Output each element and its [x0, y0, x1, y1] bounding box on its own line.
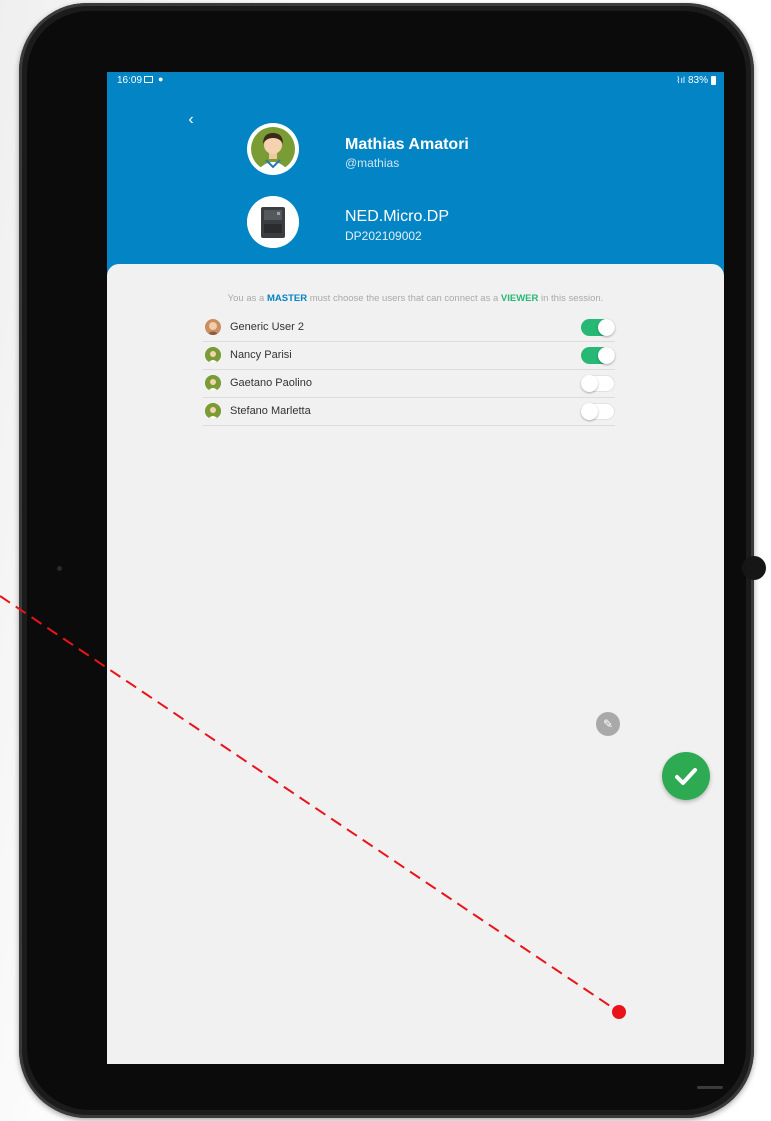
status-right: ⌇ıl 83% [676, 75, 716, 86]
check-icon [675, 768, 697, 785]
instructions-text: You as a MASTER must choose the users th… [107, 293, 724, 304]
status-bar: 16:09 ● ⌇ıl 83% [107, 72, 724, 88]
doctor-avatar-icon [251, 127, 295, 171]
user-row-name: Generic User 2 [230, 321, 304, 333]
user-row: Nancy Parisi [203, 342, 615, 370]
device-avatar [247, 196, 299, 248]
viewer-toggle[interactable] [581, 403, 615, 420]
device-serial: DP202109002 [345, 229, 422, 243]
viewer-toggle[interactable] [581, 375, 615, 392]
battery-level: 83% [687, 75, 708, 86]
viewer-toggle[interactable] [581, 347, 615, 364]
printer-device-icon [247, 196, 299, 248]
user-row: Generic User 2 [203, 314, 615, 342]
back-button[interactable]: ‹ [181, 110, 201, 130]
toggle-knob [598, 347, 615, 364]
user-row: Stefano Marletta [203, 398, 615, 426]
master-keyword: MASTER [266, 293, 308, 304]
user-avatar [247, 123, 299, 175]
instructions-part3: in this session. [538, 293, 604, 304]
home-indicator [697, 1086, 723, 1089]
wifi-signal-icon: ⌇ıl [676, 75, 685, 85]
instructions-part2: must choose the users that can connect a… [307, 293, 501, 304]
pencil-icon: ✎ [602, 717, 614, 731]
status-time: 16:09 [117, 75, 143, 86]
toggle-knob [581, 375, 598, 392]
toggle-knob [598, 319, 615, 336]
viewer-keyword: VIEWER [500, 293, 539, 304]
device-name: NED.Micro.DP [345, 208, 450, 225]
user-handle: @mathias [345, 156, 400, 170]
image-icon [144, 76, 153, 83]
doctor-avatar-icon [205, 375, 221, 391]
app-screen: 16:09 ● ⌇ıl 83% ‹ Mathias Amatori @mathi… [107, 72, 724, 1064]
confirm-button[interactable] [662, 752, 710, 800]
tablet-frame: 16:09 ● ⌇ıl 83% ‹ Mathias Amatori @mathi… [19, 3, 766, 1118]
chevron-left-icon: ‹ [188, 111, 194, 128]
user-name: Mathias Amatori [345, 136, 469, 153]
header-banner [107, 72, 724, 277]
viewer-user-list: Generic User 2 Nancy Parisi Gaetano Paol… [203, 314, 615, 426]
viewer-toggle[interactable] [581, 319, 615, 336]
user-row-name: Nancy Parisi [230, 349, 292, 361]
bulb-icon: ● [158, 74, 164, 84]
doctor-avatar-icon [205, 403, 221, 419]
user-row: Gaetano Paolino [203, 370, 615, 398]
toggle-knob [581, 403, 598, 420]
doctor-avatar-icon [205, 347, 221, 363]
camera-icon [57, 566, 62, 571]
battery-icon [711, 76, 716, 85]
user-photo-icon [205, 319, 221, 335]
edit-button[interactable]: ✎ [596, 712, 620, 736]
user-row-name: Stefano Marletta [230, 405, 311, 417]
instructions-part1: You as a [227, 293, 267, 304]
user-row-name: Gaetano Paolino [230, 377, 312, 389]
sensor-icon [742, 556, 766, 580]
